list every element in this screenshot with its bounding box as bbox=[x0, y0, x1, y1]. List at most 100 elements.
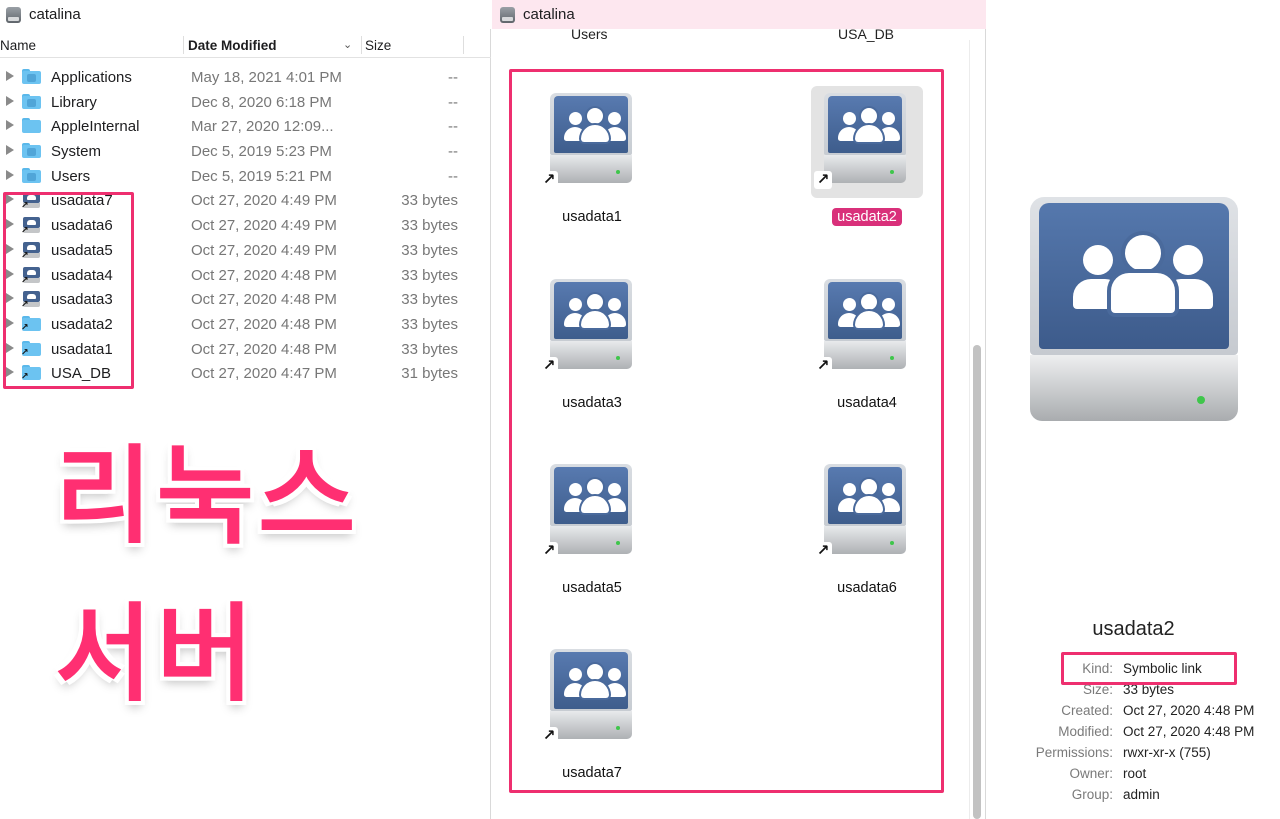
drive-face bbox=[554, 652, 628, 709]
row-date: Oct 27, 2020 4:49 PM bbox=[191, 217, 337, 235]
chevron-down-icon[interactable]: ⌄ bbox=[343, 38, 352, 51]
row-size: -- bbox=[448, 167, 458, 185]
drive-base bbox=[550, 526, 632, 554]
icon-label[interactable]: usadata3 bbox=[522, 395, 662, 411]
alias-arrow-icon: ↗ bbox=[540, 727, 558, 745]
vertical-scrollbar[interactable] bbox=[969, 40, 983, 819]
icon-label[interactable]: usadata7 bbox=[522, 765, 662, 781]
drive-led bbox=[616, 170, 620, 174]
row-name: Applications bbox=[51, 69, 132, 86]
row-date: May 18, 2021 4:01 PM bbox=[191, 69, 342, 86]
network-drive-alias-icon[interactable]: ↗ bbox=[540, 279, 632, 375]
alias-arrow-icon: ↗ bbox=[540, 357, 558, 375]
column-name-header[interactable]: Name bbox=[0, 38, 36, 53]
icon-label[interactable]: usadata5 bbox=[522, 580, 662, 596]
drive-top bbox=[550, 649, 632, 711]
table-row[interactable]: Library Dec 8, 2020 6:18 PM -- bbox=[0, 90, 491, 115]
drive-face bbox=[554, 282, 628, 339]
network-drive-alias-icon[interactable]: ↗ bbox=[540, 649, 632, 745]
info-value: admin bbox=[1123, 787, 1160, 802]
row-size: 33 bytes bbox=[401, 266, 458, 284]
row-date: Dec 5, 2019 5:23 PM bbox=[191, 143, 332, 161]
info-row: Permissions: rwxr-xr-x (755) bbox=[987, 745, 1280, 766]
info-row: Modified: Oct 27, 2020 4:48 PM bbox=[987, 724, 1280, 745]
row-size: -- bbox=[448, 143, 458, 161]
drive-face bbox=[1039, 203, 1229, 349]
table-row[interactable]: AppleInternal Mar 27, 2020 12:09... -- bbox=[0, 114, 491, 139]
table-row[interactable]: Users Dec 5, 2019 5:21 PM -- bbox=[0, 164, 491, 189]
row-date: Mar 27, 2020 12:09... bbox=[191, 118, 334, 136]
drive-base bbox=[1030, 355, 1238, 421]
network-drive-alias-icon[interactable]: ↗ bbox=[540, 464, 632, 560]
drive-base bbox=[824, 341, 906, 369]
network-drive-alias-icon[interactable]: ↗ bbox=[540, 93, 632, 189]
row-size: 33 bytes bbox=[401, 217, 458, 235]
network-drive-alias-icon[interactable]: ↗ bbox=[814, 279, 906, 375]
icon-label-text: usadata1 bbox=[562, 209, 622, 225]
network-drive-alias-icon[interactable]: ↗ bbox=[814, 464, 906, 560]
overlay-text-line1: 리눅스 bbox=[55, 435, 360, 558]
info-row: Group: admin bbox=[987, 787, 1280, 808]
info-key: Group: bbox=[1071, 787, 1113, 802]
network-drive-alias-icon[interactable]: ↗ bbox=[814, 93, 906, 189]
column-size-header[interactable]: Size bbox=[365, 38, 391, 53]
icon-label[interactable]: usadata4 bbox=[797, 395, 937, 411]
row-size: 33 bytes bbox=[401, 340, 458, 358]
middle-titlebar: catalina bbox=[492, 0, 986, 29]
icon-label[interactable]: usadata2 bbox=[797, 208, 937, 226]
column-separator[interactable] bbox=[183, 36, 184, 54]
row-date: Dec 5, 2019 5:21 PM bbox=[191, 167, 332, 185]
preview-filename: usadata2 bbox=[1092, 618, 1175, 640]
users-group-icon bbox=[564, 106, 626, 142]
drive-base bbox=[824, 526, 906, 554]
disk-icon bbox=[500, 6, 515, 23]
disclosure-triangle-icon[interactable] bbox=[6, 95, 14, 106]
row-size: 33 bytes bbox=[401, 241, 458, 259]
row-date: Dec 8, 2020 6:18 PM bbox=[191, 93, 332, 111]
disclosure-triangle-icon[interactable] bbox=[6, 71, 14, 81]
alias-arrow-icon: ↗ bbox=[814, 171, 832, 189]
scrollbar-thumb[interactable] bbox=[973, 345, 981, 819]
row-size: 33 bytes bbox=[401, 315, 458, 333]
partial-label-usadb[interactable]: USA_DB bbox=[838, 26, 894, 42]
row-name: AppleInternal bbox=[51, 118, 140, 136]
icon-label-text: usadata6 bbox=[837, 580, 897, 596]
info-key: Modified: bbox=[1058, 724, 1113, 739]
left-titlebar: catalina bbox=[0, 0, 491, 29]
table-row[interactable]: Applications May 18, 2021 4:01 PM -- bbox=[0, 65, 491, 90]
partial-label-users[interactable]: Users bbox=[571, 26, 608, 42]
column-separator[interactable] bbox=[361, 36, 362, 54]
column-header: Name Date Modified ⌄ Size bbox=[0, 33, 491, 58]
drive-top bbox=[550, 279, 632, 341]
row-size: 33 bytes bbox=[401, 291, 458, 309]
disclosure-triangle-icon[interactable] bbox=[6, 169, 14, 180]
users-group-icon bbox=[1073, 235, 1213, 315]
highlight-box-left bbox=[3, 192, 134, 389]
row-date: Oct 27, 2020 4:47 PM bbox=[191, 365, 337, 383]
info-value: rwxr-xr-x (755) bbox=[1123, 745, 1211, 760]
disclosure-triangle-icon[interactable] bbox=[6, 145, 14, 156]
row-size: 33 bytes bbox=[401, 192, 458, 210]
drive-led bbox=[616, 541, 620, 545]
alias-arrow-icon: ↗ bbox=[814, 542, 832, 560]
row-size: -- bbox=[448, 93, 458, 111]
row-name: Library bbox=[51, 93, 97, 111]
drive-led bbox=[1197, 396, 1205, 404]
disclosure-triangle-icon[interactable] bbox=[6, 120, 14, 131]
icon-label-text: usadata3 bbox=[562, 395, 622, 411]
icon-label[interactable]: usadata6 bbox=[797, 580, 937, 596]
drive-led bbox=[890, 541, 894, 545]
row-name: System bbox=[51, 143, 102, 161]
drive-top bbox=[550, 464, 632, 526]
column-date-header[interactable]: Date Modified bbox=[188, 38, 277, 53]
drive-base bbox=[824, 155, 906, 183]
row-size: -- bbox=[448, 118, 458, 136]
info-value: Oct 27, 2020 4:48 PM bbox=[1123, 703, 1255, 718]
drive-led bbox=[890, 356, 894, 360]
users-group-icon bbox=[838, 292, 900, 328]
drive-base bbox=[550, 711, 632, 739]
column-separator[interactable] bbox=[463, 36, 464, 54]
drive-face bbox=[554, 96, 628, 153]
table-row[interactable]: System Dec 5, 2019 5:23 PM -- bbox=[0, 139, 491, 164]
icon-label[interactable]: usadata1 bbox=[522, 209, 662, 225]
